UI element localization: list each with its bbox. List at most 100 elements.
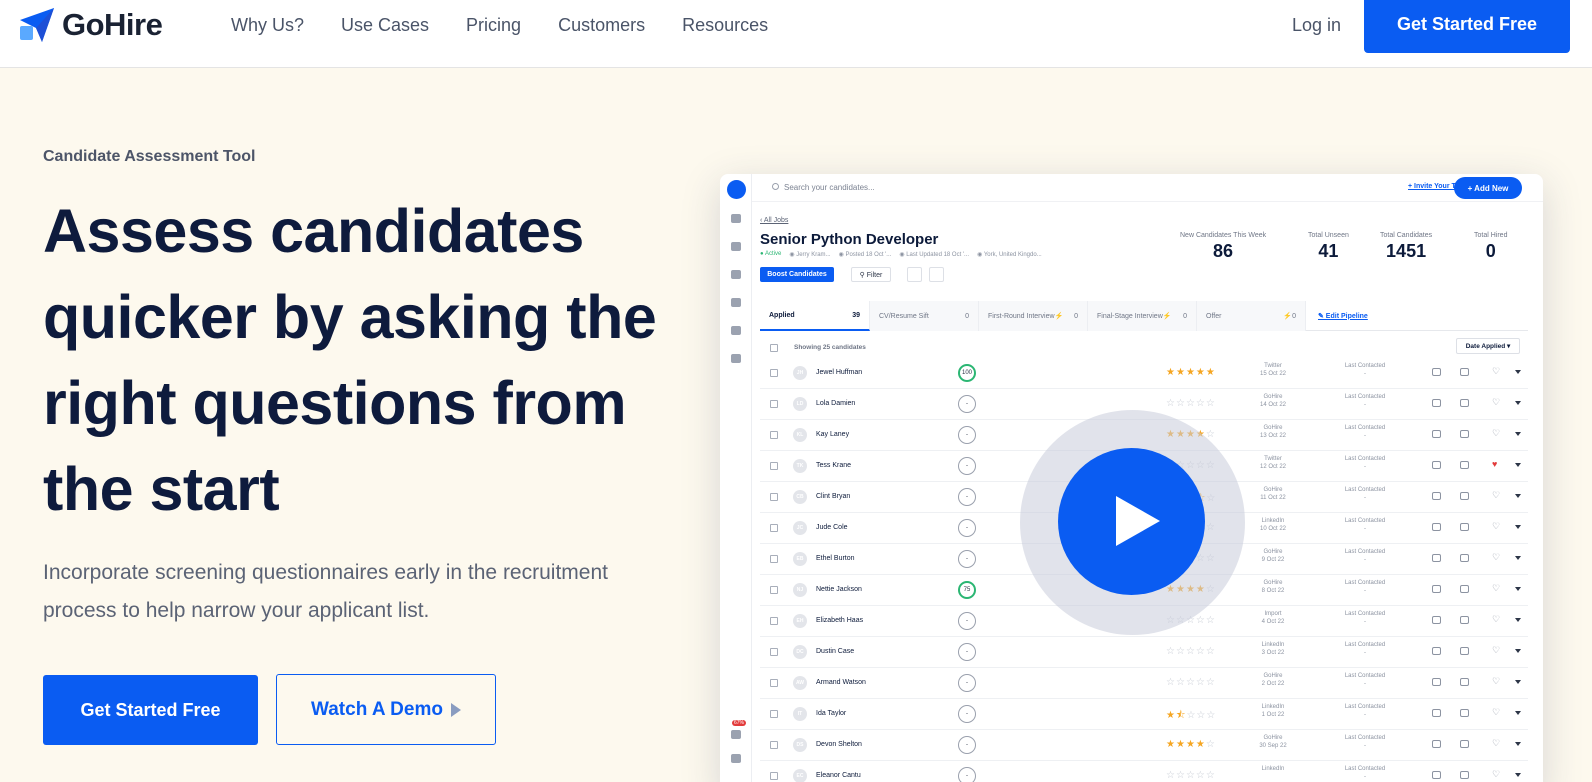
- chevron-down-icon[interactable]: [1515, 680, 1521, 684]
- watch-demo-button[interactable]: Watch A Demo: [276, 674, 496, 745]
- all-jobs-link[interactable]: ‹ All Jobs: [760, 217, 788, 224]
- video-play-button[interactable]: [1058, 448, 1205, 595]
- row-checkbox[interactable]: [770, 586, 778, 594]
- calendar-icon[interactable]: [1460, 399, 1469, 407]
- message-icon[interactable]: [1432, 709, 1441, 717]
- tab-final-stage[interactable]: Final-Stage Interview⚡ 0: [1088, 301, 1197, 331]
- message-icon[interactable]: [1432, 585, 1441, 593]
- message-icon[interactable]: [1432, 523, 1441, 531]
- heart-icon[interactable]: ♡: [1492, 428, 1500, 439]
- rating-stars[interactable]: ★★★★★: [1166, 367, 1216, 378]
- nav-link-why-us[interactable]: Why Us?: [231, 14, 304, 36]
- tab-applied[interactable]: Applied 39: [760, 301, 870, 331]
- rating-stars[interactable]: ★⯪☆☆☆: [1166, 708, 1216, 725]
- heart-icon[interactable]: ♡: [1492, 583, 1500, 594]
- chevron-down-icon[interactable]: [1515, 494, 1521, 498]
- row-checkbox[interactable]: [770, 772, 778, 780]
- chevron-down-icon[interactable]: [1515, 618, 1521, 622]
- chevron-down-icon[interactable]: [1515, 370, 1521, 374]
- row-checkbox[interactable]: [770, 741, 778, 749]
- chevron-down-icon[interactable]: [1515, 463, 1521, 467]
- rating-stars[interactable]: ☆☆☆☆☆: [1166, 770, 1216, 781]
- hero-get-started-button[interactable]: Get Started Free: [43, 675, 258, 745]
- chevron-down-icon[interactable]: [1515, 556, 1521, 560]
- row-checkbox[interactable]: [770, 400, 778, 408]
- candidate-name[interactable]: Nettie Jackson: [816, 586, 862, 593]
- rating-stars[interactable]: ☆☆☆☆☆: [1166, 677, 1216, 688]
- user-settings-icon[interactable]: [929, 267, 944, 282]
- candidate-name[interactable]: Jewel Huffman: [816, 369, 862, 376]
- table-row[interactable]: JH Jewel Huffman 100 ★★★★★ Twitter 15 Oct 22 L…: [760, 358, 1528, 389]
- candidate-search-input[interactable]: Search your candidates...: [784, 183, 875, 192]
- calendar-icon[interactable]: [1460, 585, 1469, 593]
- row-checkbox[interactable]: [770, 679, 778, 687]
- chevron-down-icon[interactable]: [1515, 742, 1521, 746]
- table-row[interactable]: AW Armand Watson - ☆☆☆☆☆ GoHire 2 Oct 22 Last …: [760, 668, 1528, 699]
- nav-link-resources[interactable]: Resources: [682, 14, 768, 36]
- candidate-name[interactable]: Devon Shelton: [816, 741, 862, 748]
- login-link[interactable]: Log in: [1292, 14, 1341, 36]
- message-icon[interactable]: [1432, 678, 1441, 686]
- filter-button[interactable]: ⚲ Filter: [851, 267, 891, 282]
- chevron-down-icon[interactable]: [1515, 649, 1521, 653]
- table-row[interactable]: EC Eleanor Cantu - ☆☆☆☆☆ LinkedIn Last Contac…: [760, 761, 1528, 782]
- add-new-button[interactable]: + Add New: [1454, 177, 1522, 199]
- calendar-icon[interactable]: [1460, 523, 1469, 531]
- message-icon[interactable]: [1432, 647, 1441, 655]
- heart-icon[interactable]: ♥: [1492, 459, 1497, 469]
- boost-candidates-button[interactable]: Boost Candidates: [760, 267, 834, 282]
- calendar-icon[interactable]: [1460, 616, 1469, 624]
- calendar-icon[interactable]: [1460, 461, 1469, 469]
- message-icon[interactable]: [1432, 771, 1441, 779]
- message-icon[interactable]: [1432, 461, 1441, 469]
- nav-link-pricing[interactable]: Pricing: [466, 14, 521, 36]
- calendar-icon[interactable]: [1460, 771, 1469, 779]
- message-icon[interactable]: [1432, 616, 1441, 624]
- add-user-icon[interactable]: [907, 267, 922, 282]
- candidate-name[interactable]: Clint Bryan: [816, 493, 850, 500]
- tab-cv-sift[interactable]: CV/Resume Sift 0: [870, 301, 979, 331]
- message-icon[interactable]: [1432, 399, 1441, 407]
- brand-logo[interactable]: GoHire: [18, 6, 163, 44]
- candidate-name[interactable]: Kay Laney: [816, 431, 849, 438]
- heart-icon[interactable]: ♡: [1492, 707, 1500, 718]
- rating-stars[interactable]: ☆☆☆☆☆: [1166, 398, 1216, 409]
- candidate-name[interactable]: Elizabeth Haas: [816, 617, 863, 624]
- heart-icon[interactable]: ♡: [1492, 552, 1500, 563]
- row-checkbox[interactable]: [770, 493, 778, 501]
- heart-icon[interactable]: ♡: [1492, 769, 1500, 780]
- message-icon[interactable]: [1432, 492, 1441, 500]
- heart-icon[interactable]: ♡: [1492, 614, 1500, 625]
- heart-icon[interactable]: ♡: [1492, 366, 1500, 377]
- calendar-icon[interactable]: [1460, 709, 1469, 717]
- select-all-checkbox[interactable]: [770, 344, 778, 352]
- row-checkbox[interactable]: [770, 431, 778, 439]
- sort-dropdown[interactable]: Date Applied ▾: [1456, 338, 1520, 354]
- row-checkbox[interactable]: [770, 710, 778, 718]
- heart-icon[interactable]: ♡: [1492, 738, 1500, 749]
- heart-icon[interactable]: ♡: [1492, 490, 1500, 501]
- heart-icon[interactable]: ♡: [1492, 645, 1500, 656]
- row-checkbox[interactable]: [770, 369, 778, 377]
- calendar-icon[interactable]: [1460, 647, 1469, 655]
- calendar-icon[interactable]: [1460, 740, 1469, 748]
- heart-icon[interactable]: ♡: [1492, 397, 1500, 408]
- calendar-icon[interactable]: [1460, 368, 1469, 376]
- candidate-name[interactable]: Jude Cole: [816, 524, 848, 531]
- candidate-name[interactable]: Tess Krane: [816, 462, 851, 469]
- candidate-name[interactable]: Ida Taylor: [816, 710, 846, 717]
- rating-stars[interactable]: ☆☆☆☆☆: [1166, 646, 1216, 657]
- message-icon[interactable]: [1432, 430, 1441, 438]
- nav-link-customers[interactable]: Customers: [558, 14, 645, 36]
- chevron-down-icon[interactable]: [1515, 432, 1521, 436]
- calendar-icon[interactable]: [1460, 492, 1469, 500]
- candidate-name[interactable]: Armand Watson: [816, 679, 866, 686]
- chevron-down-icon[interactable]: [1515, 587, 1521, 591]
- candidate-name[interactable]: Dustin Case: [816, 648, 854, 655]
- chevron-down-icon[interactable]: [1515, 711, 1521, 715]
- rating-stars[interactable]: ★★★★☆: [1166, 739, 1216, 750]
- row-checkbox[interactable]: [770, 462, 778, 470]
- nav-link-use-cases[interactable]: Use Cases: [341, 14, 429, 36]
- edit-pipeline-link[interactable]: ✎ Edit Pipeline: [1306, 301, 1368, 330]
- heart-icon[interactable]: ♡: [1492, 521, 1500, 532]
